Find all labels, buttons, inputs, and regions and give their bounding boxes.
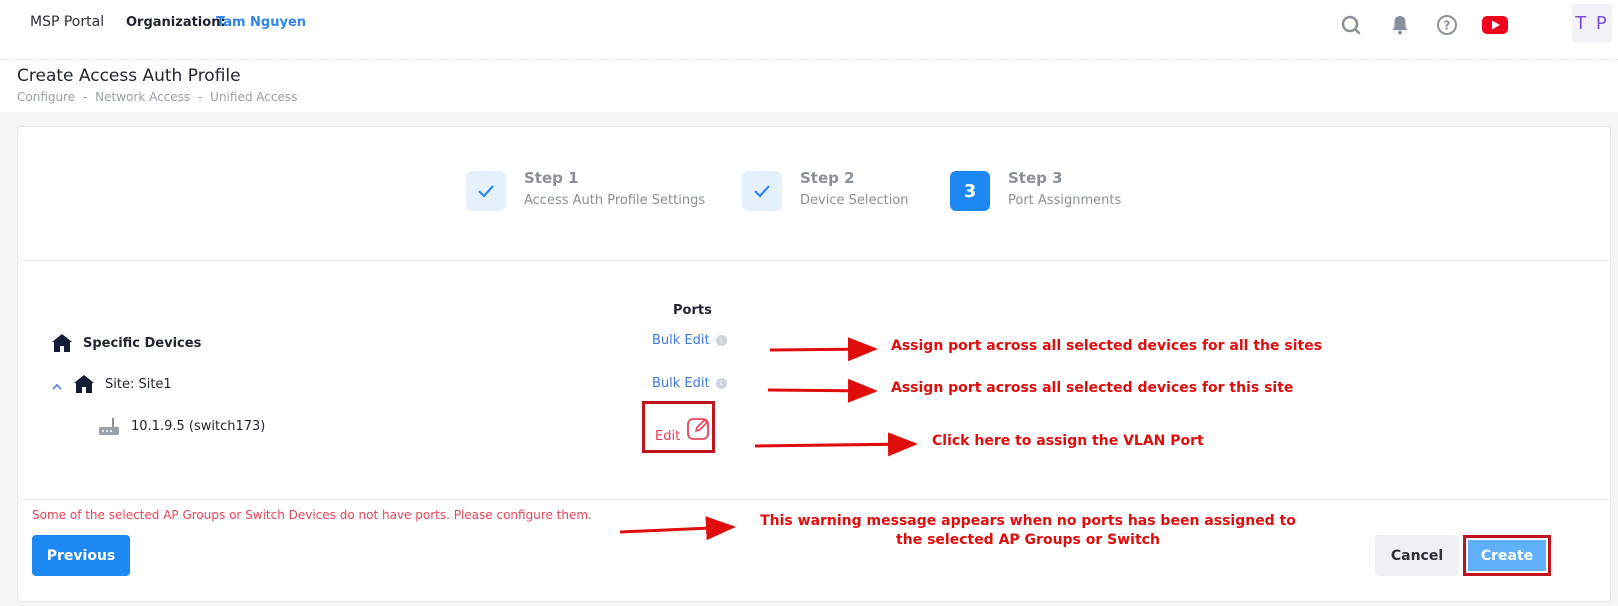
annotation-warning-line-1: This warning message appears when no por… [760, 513, 1296, 529]
annotation-edit-port: Click here to assign the VLAN Port [932, 433, 1204, 449]
annotation-bulk-site: Assign port across all selected devices … [891, 380, 1294, 396]
arrow-bulk-all [769, 337, 878, 362]
arrow-bulk-site [767, 378, 878, 403]
arrow-edit-port [754, 432, 918, 457]
annotation-warning-line-2: the selected AP Groups or Switch [896, 532, 1160, 548]
arrow-warning [619, 516, 736, 541]
annotation-bulk-all: Assign port across all selected devices … [891, 338, 1323, 354]
